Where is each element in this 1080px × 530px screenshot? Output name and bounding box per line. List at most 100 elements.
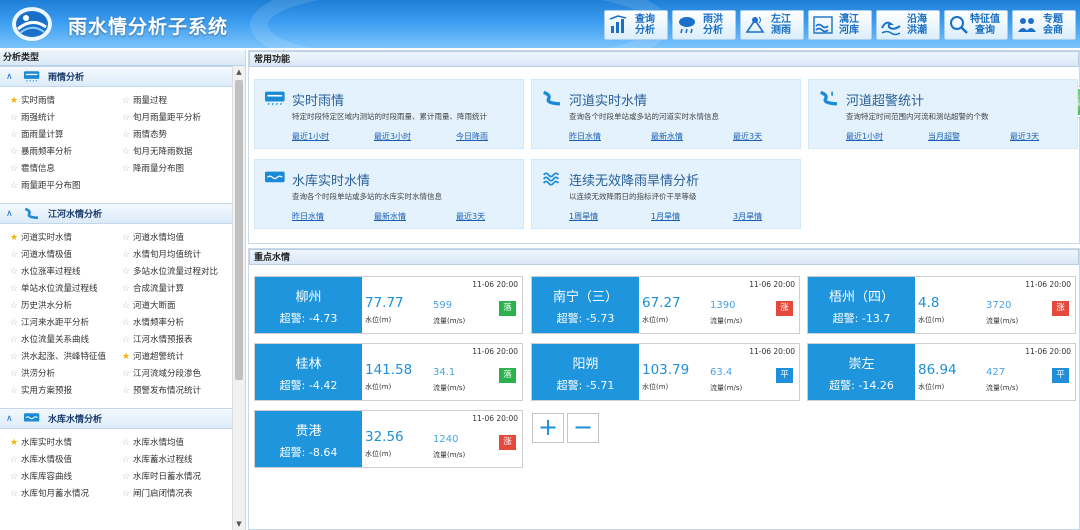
star-filled-icon[interactable]: ★ (10, 93, 21, 110)
collapse-caret-icon[interactable]: ∧ (6, 209, 16, 219)
function-card-link[interactable]: 最近1小时 (292, 131, 374, 142)
star-outline-icon[interactable]: ☆ (122, 486, 133, 503)
scroll-down-arrow-icon[interactable]: ▼ (233, 518, 245, 530)
star-outline-icon[interactable]: ☆ (122, 281, 133, 298)
sidebar-item[interactable]: ☆ 河道水情极值 (10, 247, 122, 264)
star-outline-icon[interactable]: ☆ (10, 383, 21, 400)
function-card-link[interactable]: 最近3天 (456, 211, 538, 222)
sidebar-item[interactable]: ☆ 水情旬月均值统计 (122, 247, 233, 264)
function-card-link[interactable]: 最近1小时 (846, 131, 928, 142)
star-outline-icon[interactable]: ☆ (122, 247, 133, 264)
sidebar-item[interactable]: ☆ 雨情态势 (122, 127, 233, 144)
function-card[interactable]: 河道实时水情 查询各个时段单站或多站的河道实时水情信息 昨日水情 最新水情 最近3天 (531, 79, 801, 149)
star-outline-icon[interactable]: ☆ (10, 178, 21, 195)
nav-button-3[interactable]: 漓江 河库 (808, 10, 872, 40)
sidebar-item[interactable]: ☆ 旬月雨量距平分析 (122, 110, 233, 127)
sidebar-item[interactable]: ☆ 降雨量分布图 (122, 161, 233, 178)
star-outline-icon[interactable]: ☆ (122, 315, 133, 332)
function-card-link[interactable]: 昨日水情 (569, 131, 651, 142)
star-outline-icon[interactable]: ☆ (122, 469, 133, 486)
star-outline-icon[interactable]: ☆ (122, 230, 133, 247)
star-outline-icon[interactable]: ☆ (122, 366, 133, 383)
sidebar-item[interactable]: ☆ 水位涨率过程线 (10, 264, 122, 281)
sidebar-item[interactable]: ☆ 江河流域分段渗色 (122, 366, 233, 383)
sidebar-item[interactable]: ☆ 河道大断面 (122, 298, 233, 315)
sidebar-item[interactable]: ☆ 旬月无降雨数据 (122, 144, 233, 161)
sidebar-item[interactable]: ☆ 合成流量计算 (122, 281, 233, 298)
nav-button-0[interactable]: 查询 分析 (604, 10, 668, 40)
star-outline-icon[interactable]: ☆ (122, 452, 133, 469)
scroll-thumb[interactable] (235, 80, 243, 380)
station-card[interactable]: 贵港 超警: -8.64 11-06 20:00 32.56 水位(m) 124… (254, 410, 523, 468)
star-outline-icon[interactable]: ☆ (10, 366, 21, 383)
star-outline-icon[interactable]: ☆ (122, 161, 133, 178)
function-card[interactable]: 河道超警统计 查询特定时间范围内河流和测站超警的个数 最近1小时 当月超警 最近3天 (808, 79, 1078, 149)
function-card-link[interactable]: 1月旱情 (651, 211, 733, 222)
function-card-link[interactable]: 当月超警 (928, 131, 1010, 142)
sidebar-item[interactable]: ☆ 水库库容曲线 (10, 469, 122, 486)
station-card[interactable]: 南宁（三） 超警: -5.73 11-06 20:00 67.27 水位(m) … (531, 276, 800, 334)
sidebar-item[interactable]: ☆ 雨量距平分布图 (10, 178, 122, 195)
star-filled-icon[interactable]: ★ (10, 435, 21, 452)
sidebar-item[interactable]: ☆ 江河水情预报表 (122, 332, 233, 349)
scroll-up-arrow-icon[interactable]: ▲ (233, 66, 245, 78)
star-outline-icon[interactable]: ☆ (10, 298, 21, 315)
nav-button-1[interactable]: 雨洪 分析 (672, 10, 736, 40)
star-outline-icon[interactable]: ☆ (10, 332, 21, 349)
function-card[interactable]: 实时雨情 特定时段特定区域内测站的时段雨量、累计雨量、降雨统计 最近1小时 最近3… (254, 79, 524, 149)
star-outline-icon[interactable]: ☆ (122, 435, 133, 452)
function-card-link[interactable]: 今日降雨 (456, 131, 538, 142)
function-card-title[interactable]: 连续无效降雨旱情分析 (569, 170, 699, 189)
function-card-link[interactable]: 最新水情 (374, 211, 456, 222)
sidebar-item[interactable]: ☆ 水库旬月蓄水情况 (10, 486, 122, 503)
sidebar-item[interactable]: ☆ 雨量过程 (122, 93, 233, 110)
star-outline-icon[interactable]: ☆ (122, 93, 133, 110)
star-outline-icon[interactable]: ☆ (10, 161, 21, 178)
sidebar-item[interactable]: ☆ 单站水位流量过程线 (10, 281, 122, 298)
sidebar-item[interactable]: ☆ 预警发布情况统计 (122, 383, 233, 400)
collapse-caret-icon[interactable]: ∧ (6, 414, 16, 424)
zoom-out-button[interactable]: − (567, 413, 599, 443)
function-card-title[interactable]: 河道超警统计 (846, 90, 924, 109)
star-outline-icon[interactable]: ☆ (10, 349, 21, 366)
sidebar-section-header[interactable]: ∧ 水库水情分析 (0, 408, 233, 429)
sidebar-item[interactable]: ☆ 雨强统计 (10, 110, 122, 127)
station-card[interactable]: 梧州（四） 超警: -13.7 11-06 20:00 4.8 水位(m) 37… (807, 276, 1076, 334)
function-card-link[interactable]: 最新水情 (651, 131, 733, 142)
star-filled-icon[interactable]: ★ (122, 349, 133, 366)
star-outline-icon[interactable]: ☆ (10, 144, 21, 161)
star-outline-icon[interactable]: ☆ (10, 247, 21, 264)
function-card-title[interactable]: 水库实时水情 (292, 170, 370, 189)
sidebar-section-header[interactable]: ∧ 江河水情分析 (0, 203, 233, 224)
sidebar-item[interactable]: ☆ 水库水情极值 (10, 452, 122, 469)
function-card[interactable]: 水库实时水情 查询各个时段单站或多站的水库实时水情信息 昨日水情 最新水情 最近3天 (254, 159, 524, 229)
sidebar-item[interactable]: ☆ 河道水情均值 (122, 230, 233, 247)
sidebar-item[interactable]: ☆ 水情频率分析 (122, 315, 233, 332)
sidebar-scrollbar[interactable]: ▲ ▼ (232, 66, 245, 530)
sidebar-item[interactable]: ☆ 面雨量计算 (10, 127, 122, 144)
nav-button-4[interactable]: 沿海 洪潮 (876, 10, 940, 40)
nav-button-2[interactable]: 左江 测雨 (740, 10, 804, 40)
sidebar-section-header[interactable]: ∧ 雨情分析 (0, 66, 233, 87)
sidebar-item[interactable]: ☆ 洪水起涨、洪峰特征值 (10, 349, 122, 366)
star-outline-icon[interactable]: ☆ (10, 315, 21, 332)
function-card[interactable]: 连续无效降雨旱情分析 以连续无效降雨日的指标评价干旱等级 1周旱情 1月旱情 3月旱… (531, 159, 801, 229)
sidebar-item[interactable]: ☆ 多站水位流量过程对比 (122, 264, 233, 281)
star-outline-icon[interactable]: ☆ (10, 452, 21, 469)
function-card-title[interactable]: 河道实时水情 (569, 90, 647, 109)
star-outline-icon[interactable]: ☆ (10, 264, 21, 281)
station-card[interactable]: 柳州 超警: -4.73 11-06 20:00 77.77 水位(m) 599… (254, 276, 523, 334)
function-card-link[interactable]: 3月旱情 (733, 211, 815, 222)
star-outline-icon[interactable]: ☆ (10, 281, 21, 298)
function-card-link[interactable]: 昨日水情 (292, 211, 374, 222)
zoom-in-button[interactable]: + (532, 413, 564, 443)
star-outline-icon[interactable]: ☆ (10, 127, 21, 144)
function-card-title[interactable]: 实时雨情 (292, 90, 344, 109)
sidebar-item[interactable]: ☆ 历史洪水分析 (10, 298, 122, 315)
station-card[interactable]: 崇左 超警: -14.26 11-06 20:00 86.94 水位(m) 42… (807, 343, 1076, 401)
sidebar-item[interactable]: ★ 水库实时水情 (10, 435, 122, 452)
nav-button-5[interactable]: 特征值 查询 (944, 10, 1008, 40)
sidebar-item[interactable]: ☆ 水库蓄水过程线 (122, 452, 233, 469)
station-card[interactable]: 阳朔 超警: -5.71 11-06 20:00 103.79 水位(m) 63… (531, 343, 800, 401)
star-outline-icon[interactable]: ☆ (122, 264, 133, 281)
